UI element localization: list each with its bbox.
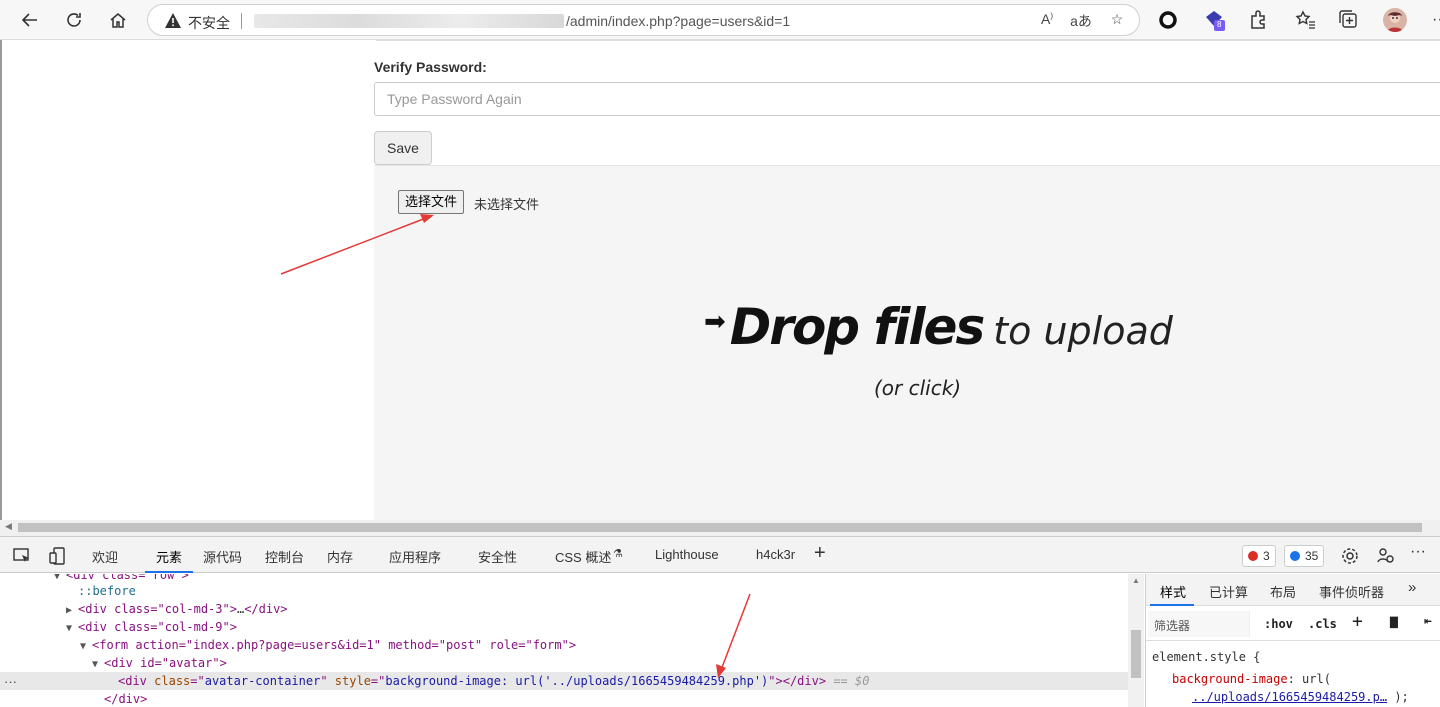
favorite-add-icon[interactable]: ☆	[1106, 11, 1128, 31]
save-button[interactable]: Save	[374, 131, 432, 165]
scrollbar-thumb[interactable]	[18, 523, 1422, 532]
redacted-host	[254, 14, 564, 28]
dom-line-avatar[interactable]: ▼ <div id="avatar">	[0, 654, 1128, 672]
device-emulation-icon[interactable]	[48, 546, 68, 566]
address-separator	[241, 13, 242, 29]
extensions-puzzle-icon[interactable]	[1246, 8, 1270, 32]
customize-icon[interactable]	[1376, 546, 1396, 566]
element-style-rule: element.style { background-image: url( .…	[1152, 650, 1409, 704]
translate-icon[interactable]: aあ	[1070, 11, 1092, 31]
url-text: /admin/index.php?page=users&id=1	[566, 13, 791, 29]
hov-toggle[interactable]: :hov	[1264, 617, 1293, 631]
filter-placeholder: 筛选器	[1154, 619, 1191, 633]
more-menu-icon[interactable]: ···	[1426, 6, 1440, 34]
devtools-more-icon[interactable]: ···	[1410, 543, 1426, 561]
extension-badge: 8	[1217, 20, 1222, 29]
arrow-right-icon: ➡	[704, 306, 726, 336]
dom-ellipsis-icon[interactable]: ···	[4, 674, 17, 689]
tab-memory[interactable]: 内存	[327, 547, 353, 566]
add-tab-icon[interactable]: +	[814, 542, 826, 565]
paint-brush-icon[interactable]: ▆	[1390, 614, 1398, 629]
devtools-tab-bar: 欢迎 元素 源代码 控制台 内存 应用程序 安全性 CSS 概述 ⚗ Light…	[0, 536, 1440, 573]
tab-css-overview[interactable]: CSS 概述	[555, 547, 611, 566]
elements-dom-tree: ▼ <div class="row"> ::before ▶ <div class=…	[0, 574, 1128, 707]
scroll-up-arrow-icon[interactable]: ▲	[1132, 576, 1140, 585]
browser-toolbar: 不安全 /admin/index.php?page=users&id=1 A) …	[0, 0, 1440, 40]
tab-styles[interactable]: 样式	[1160, 582, 1186, 601]
tab-security[interactable]: 安全性	[478, 547, 517, 566]
more-tabs-icon[interactable]: »	[1408, 579, 1416, 596]
avatar-dropzone[interactable]: 选择文件 未选择文件 ➡Drop files to upload (or clic…	[374, 165, 1440, 520]
styles-active-indicator	[1150, 604, 1194, 606]
address-bar[interactable]: 不安全 /admin/index.php?page=users&id=1 A) …	[147, 4, 1140, 36]
message-icon	[1290, 551, 1300, 561]
rule-value-prefix: url(	[1302, 672, 1331, 686]
toggle-sidebar-icon[interactable]: ⇤	[1424, 614, 1432, 629]
tab-event-listeners[interactable]: 事件侦听器	[1319, 582, 1384, 601]
drop-files-strong: Drop files	[729, 298, 985, 356]
dom-line-col-md-3[interactable]: ▶ <div class="col-md-3">…</div>	[0, 600, 1128, 618]
insecure-label: 不安全	[188, 15, 230, 31]
drop-files-light: to upload	[993, 309, 1173, 353]
styles-pane: 样式 已计算 布局 事件侦听器 » 筛选器 :hov .cls + ▆ ⇤ el…	[1145, 574, 1440, 707]
tab-elements[interactable]: 元素	[156, 547, 182, 566]
refresh-icon[interactable]	[60, 6, 88, 34]
rule-selector: element.style {	[1152, 650, 1261, 664]
collections-icon[interactable]	[1337, 8, 1361, 32]
tab-welcome[interactable]: 欢迎	[92, 547, 118, 566]
new-rule-icon[interactable]: +	[1352, 611, 1363, 632]
home-icon[interactable]	[104, 6, 132, 34]
tab-lighthouse[interactable]: Lighthouse	[655, 547, 719, 562]
styles-tab-bar: 样式 已计算 布局 事件侦听器 »	[1146, 574, 1440, 606]
user-form-column: Verify Password: Type Password Again Sav…	[372, 40, 1440, 520]
tab-sources[interactable]: 源代码	[203, 547, 242, 566]
rule-value-link[interactable]: ../uploads/1665459484259.p…	[1192, 690, 1387, 704]
warning-icon	[165, 13, 181, 28]
rule-value-suffix: );	[1394, 690, 1409, 704]
verify-password-label: Verify Password:	[374, 59, 487, 75]
tab-h4ck3r[interactable]: h4ck3r	[756, 547, 795, 562]
error-count: 3	[1263, 549, 1270, 563]
message-count: 35	[1305, 549, 1319, 563]
dom-line-col-md-9[interactable]: ▼ <div class="col-md-9">	[0, 618, 1128, 636]
scroll-left-arrow-icon[interactable]: ◀	[5, 521, 12, 532]
favorites-icon[interactable]	[1293, 8, 1317, 32]
field-bottom-edge	[376, 40, 1440, 42]
no-file-chosen-label: 未选择文件	[474, 197, 540, 212]
dom-line-before[interactable]: ::before	[0, 582, 1128, 600]
extension-circle-icon[interactable]	[1156, 8, 1180, 32]
tab-application[interactable]: 应用程序	[389, 547, 441, 566]
inspect-icon[interactable]	[12, 546, 32, 566]
active-tab-indicator	[145, 571, 193, 573]
extension-gem-icon[interactable]: 8	[1202, 8, 1226, 32]
left-column	[2, 40, 372, 520]
back-icon[interactable]	[16, 6, 44, 34]
cls-toggle[interactable]: .cls	[1308, 617, 1337, 631]
message-count-badge[interactable]: 35	[1284, 545, 1325, 567]
flask-icon: ⚗	[613, 548, 623, 560]
error-icon	[1248, 551, 1258, 561]
error-count-badge[interactable]: 3	[1242, 545, 1276, 567]
page-horizontal-scrollbar[interactable]: ◀	[0, 520, 1440, 536]
verify-password-input[interactable]: Type Password Again	[374, 82, 1440, 116]
tab-layout[interactable]: 布局	[1270, 582, 1296, 601]
dom-vertical-scrollbar[interactable]: ▲	[1128, 574, 1144, 707]
settings-gear-icon[interactable]	[1340, 546, 1360, 566]
page-viewport: Verify Password: Type Password Again Sav…	[0, 40, 1440, 520]
choose-file-button[interactable]: 选择文件	[398, 190, 465, 214]
tab-computed[interactable]: 已计算	[1209, 582, 1248, 601]
drop-files-heading: ➡Drop files to upload	[704, 298, 1173, 356]
tab-console[interactable]: 控制台	[265, 547, 304, 566]
styles-filter-bar: 筛选器 :hov .cls + ▆ ⇤	[1146, 607, 1440, 641]
dom-scrollbar-thumb[interactable]	[1131, 630, 1141, 678]
rule-property[interactable]: background-image	[1172, 672, 1288, 686]
profile-avatar[interactable]	[1383, 8, 1407, 32]
dom-line-close-div[interactable]: </div>	[0, 690, 1128, 707]
dom-line-avatar-container[interactable]: <div class="avatar-container" style="bac…	[0, 672, 1128, 690]
read-aloud-icon[interactable]: A)	[1036, 11, 1058, 31]
dom-line-form[interactable]: ▼ <form action="index.php?page=users&id=1…	[0, 636, 1128, 654]
or-click-text: (or click)	[874, 376, 962, 400]
